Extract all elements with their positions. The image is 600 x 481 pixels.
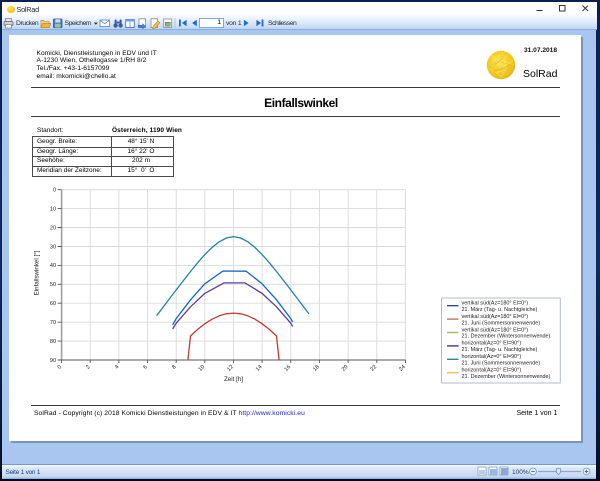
svg-text:50: 50 bbox=[50, 282, 56, 288]
svg-text:2: 2 bbox=[85, 364, 91, 370]
svg-text:80: 80 bbox=[50, 339, 56, 345]
svg-text:vertikal süd(Az=180° El=0°): vertikal süd(Az=180° El=0°) bbox=[462, 314, 529, 320]
svg-text:16: 16 bbox=[284, 364, 293, 373]
svg-text:14: 14 bbox=[255, 364, 264, 373]
svg-text:horizontal(Az=0° El=90°): horizontal(Az=0° El=90°) bbox=[462, 368, 522, 374]
svg-text:0: 0 bbox=[57, 364, 63, 370]
svg-text:10: 10 bbox=[198, 364, 207, 373]
svg-text:21. Dezember (Wintersonnenwend: 21. Dezember (Wintersonnenwende) bbox=[462, 334, 551, 340]
svg-text:30: 30 bbox=[50, 244, 56, 250]
svg-text:10: 10 bbox=[50, 206, 56, 212]
svg-text:70: 70 bbox=[50, 320, 56, 326]
svg-text:21. Dezember (Wintersonnenwend: 21. Dezember (Wintersonnenwende) bbox=[462, 374, 551, 380]
svg-text:0: 0 bbox=[53, 188, 56, 194]
svg-text:21. März (Tag- u. Nachtgleiche: 21. März (Tag- u. Nachtgleiche) bbox=[462, 307, 538, 313]
svg-text:vertikal süd(Az=180° El=0°): vertikal süd(Az=180° El=0°) bbox=[462, 301, 529, 307]
svg-text:21. Juni (Sommersonnenwende): 21. Juni (Sommersonnenwende) bbox=[462, 320, 541, 326]
svg-text:18: 18 bbox=[312, 364, 321, 373]
svg-text:4: 4 bbox=[114, 364, 120, 370]
svg-text:90: 90 bbox=[50, 358, 56, 364]
svg-text:20: 20 bbox=[50, 225, 56, 231]
svg-text:21. Juni (Sommersonnenwende): 21. Juni (Sommersonnenwende) bbox=[462, 361, 541, 367]
svg-text:6: 6 bbox=[142, 364, 148, 370]
svg-text:vertikal süd(Az=180° El=0°): vertikal süd(Az=180° El=0°) bbox=[462, 327, 529, 333]
svg-text:24: 24 bbox=[398, 364, 407, 373]
svg-text:22: 22 bbox=[370, 364, 379, 373]
svg-text:Einfallswinkel [°]: Einfallswinkel [°] bbox=[34, 250, 41, 295]
svg-text:Zeit [h]: Zeit [h] bbox=[224, 376, 243, 383]
svg-text:20: 20 bbox=[341, 364, 350, 373]
svg-text:40: 40 bbox=[50, 263, 56, 269]
svg-text:8: 8 bbox=[171, 364, 177, 370]
svg-text:60: 60 bbox=[50, 301, 56, 307]
svg-text:21. März (Tag- u. Nachtgleiche: 21. März (Tag- u. Nachtgleiche) bbox=[462, 347, 538, 353]
svg-text:horizontal(Az=0° El=90°): horizontal(Az=0° El=90°) bbox=[462, 354, 522, 360]
svg-text:100%: 100% bbox=[512, 469, 529, 476]
svg-text:horizontal(Az=0° El=90°): horizontal(Az=0° El=90°) bbox=[462, 341, 522, 347]
svg-text:12: 12 bbox=[226, 364, 235, 373]
